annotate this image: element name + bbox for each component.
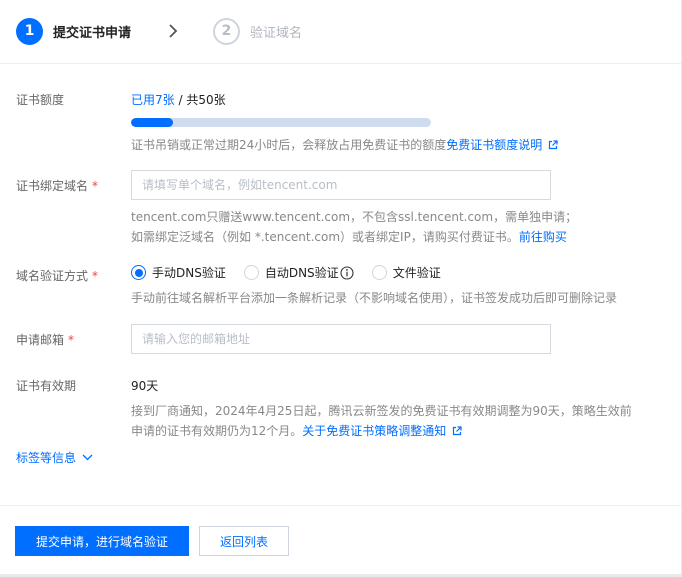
radio-dot[interactable] [243, 265, 259, 280]
radio-manual-dns[interactable]: 手动DNS验证 [131, 264, 226, 281]
quota-help-link[interactable]: 免费证书额度说明 [446, 138, 542, 152]
validity-hint-line2: 申请的证书有效期仍为12个月。 [131, 424, 303, 438]
submit-button[interactable]: 提交申请，进行域名验证 [15, 526, 189, 556]
required-mark: * [68, 333, 75, 347]
radio-file[interactable]: 文件验证 [371, 264, 441, 281]
verify-label-text: 域名验证方式 [16, 269, 89, 283]
email-input[interactable] [131, 324, 551, 354]
radio-auto-dns-label: 自动DNS验证 [264, 266, 339, 280]
quota-progress-bar [131, 118, 431, 127]
radio-dot-checked[interactable] [131, 265, 146, 280]
radio-file-label: 文件验证 [392, 266, 441, 280]
quota-hint: 证书吊销或正常过期24小时后，会释放占用免费证书的额度免费证书额度说明 [131, 135, 558, 156]
validity-value: 90天 [131, 379, 159, 393]
domain-label-text: 证书绑定域名 [16, 179, 89, 193]
verify-hint: 手动前往域名解析平台添加一条解析记录（不影响域名使用），证书签发成功后即可删除记… [131, 291, 618, 305]
domain-hint: tencent.com只赠送www.tencent.com，不包含ssl.ten… [131, 207, 577, 247]
verify-label: 域名验证方式 * [16, 267, 98, 284]
quota-progress-fill [131, 118, 173, 127]
external-link-icon[interactable] [548, 136, 558, 156]
quota-used: 已用7张 [131, 93, 175, 107]
quota-value: 已用7张 / 共50张 [131, 91, 226, 108]
validity-label: 证书有效期 [16, 379, 77, 393]
radio-auto-dns[interactable]: 自动DNS验证 [243, 264, 354, 281]
chevron-right-icon [165, 23, 181, 39]
domain-hint-line2: 如需绑定泛域名（例如 *.tencent.com）或者绑定IP，请购买付费证书。 [131, 230, 519, 244]
domain-input[interactable] [131, 170, 551, 200]
domain-hint-line2-wrap: 如需绑定泛域名（例如 *.tencent.com）或者绑定IP，请购买付费证书。… [131, 227, 577, 247]
radio-manual-dns-label: 手动DNS验证 [152, 266, 226, 280]
chevron-down-icon [82, 454, 93, 461]
required-mark: * [92, 269, 99, 283]
verify-method-radio-group: 手动DNS验证 自动DNS验证 文件验证 [131, 264, 459, 281]
header-divider [0, 63, 682, 64]
step-1-circle: 1 [16, 17, 43, 45]
domain-hint-line1: tencent.com只赠送www.tencent.com，不包含ssl.ten… [131, 210, 578, 224]
external-link-icon[interactable] [452, 422, 462, 442]
domain-label: 证书绑定域名 * [16, 177, 98, 194]
validity-hint-line2-wrap: 申请的证书有效期仍为12个月。关于免费证书策略调整通知 [131, 421, 632, 442]
buy-link[interactable]: 前往购买 [519, 230, 567, 244]
steps-header: 1 提交证书申请 2 验证域名 [16, 16, 302, 46]
email-label: 申请邮箱 * [16, 331, 74, 348]
policy-notice-link[interactable]: 关于免费证书策略调整通知 [302, 424, 446, 438]
validity-hint: 接到厂商通知，2024年4月25日起，腾讯云新签发的免费证书有效期调整为90天，… [131, 401, 632, 442]
quota-total: / 共50张 [174, 93, 226, 107]
radio-dot[interactable] [371, 265, 387, 280]
step-2-label: 验证域名 [250, 25, 303, 41]
tags-toggle[interactable]: 标签等信息 [16, 449, 93, 466]
step-2-circle: 2 [213, 17, 241, 45]
step-1-label: 提交证书申请 [53, 25, 132, 41]
quota-label: 证书额度 [16, 93, 65, 107]
back-to-list-button[interactable]: 返回列表 [199, 526, 289, 556]
quota-hint-text: 证书吊销或正常过期24小时后，会释放占用免费证书的额度 [131, 138, 447, 152]
info-icon[interactable] [340, 265, 354, 280]
tags-toggle-label: 标签等信息 [16, 451, 77, 465]
footer-divider [0, 505, 682, 506]
required-mark: * [92, 179, 99, 193]
email-label-text: 申请邮箱 [16, 333, 65, 347]
validity-hint-line1: 接到厂商通知，2024年4月25日起，腾讯云新签发的免费证书有效期调整为90天，… [131, 404, 632, 418]
